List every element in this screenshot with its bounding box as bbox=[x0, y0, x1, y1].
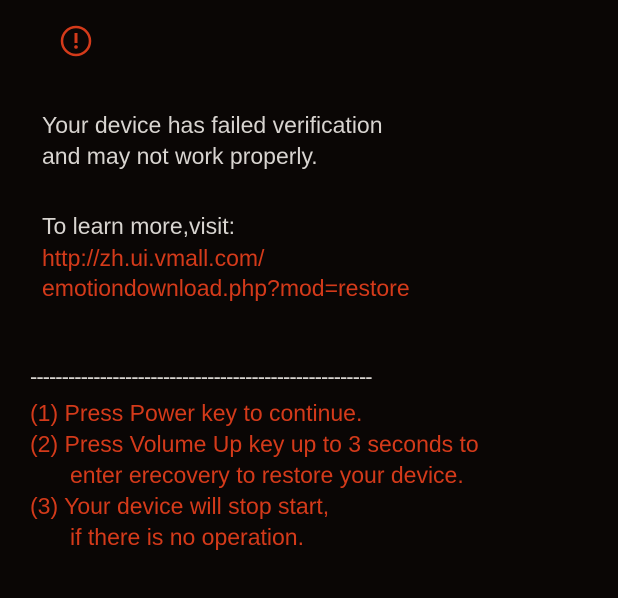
instruction-3-line-1: (3) Your device will stop start, bbox=[30, 491, 588, 522]
instructions-list: (1) Press Power key to continue. (2) Pre… bbox=[30, 398, 588, 553]
instruction-2-line-2: enter erecovery to restore your device. bbox=[30, 460, 588, 491]
instruction-3-line-2: if there is no operation. bbox=[30, 522, 588, 553]
divider: ----------------------------------------… bbox=[30, 364, 588, 390]
instruction-1: (1) Press Power key to continue. bbox=[30, 398, 588, 429]
verification-line-2: and may not work properly. bbox=[42, 141, 588, 172]
restore-url: http://zh.ui.vmall.com/ emotiondownload.… bbox=[42, 244, 588, 304]
instruction-2-line-1: (2) Press Volume Up key up to 3 seconds … bbox=[30, 429, 588, 460]
verification-message: Your device has failed verification and … bbox=[42, 110, 588, 172]
learn-more-label: To learn more,visit: bbox=[42, 212, 588, 242]
url-line-2: emotiondownload.php?mod=restore bbox=[42, 274, 588, 304]
warning-icon bbox=[60, 25, 588, 62]
boot-error-screen: Your device has failed verification and … bbox=[0, 0, 618, 573]
verification-line-1: Your device has failed verification bbox=[42, 110, 588, 141]
url-line-1: http://zh.ui.vmall.com/ bbox=[42, 244, 588, 274]
